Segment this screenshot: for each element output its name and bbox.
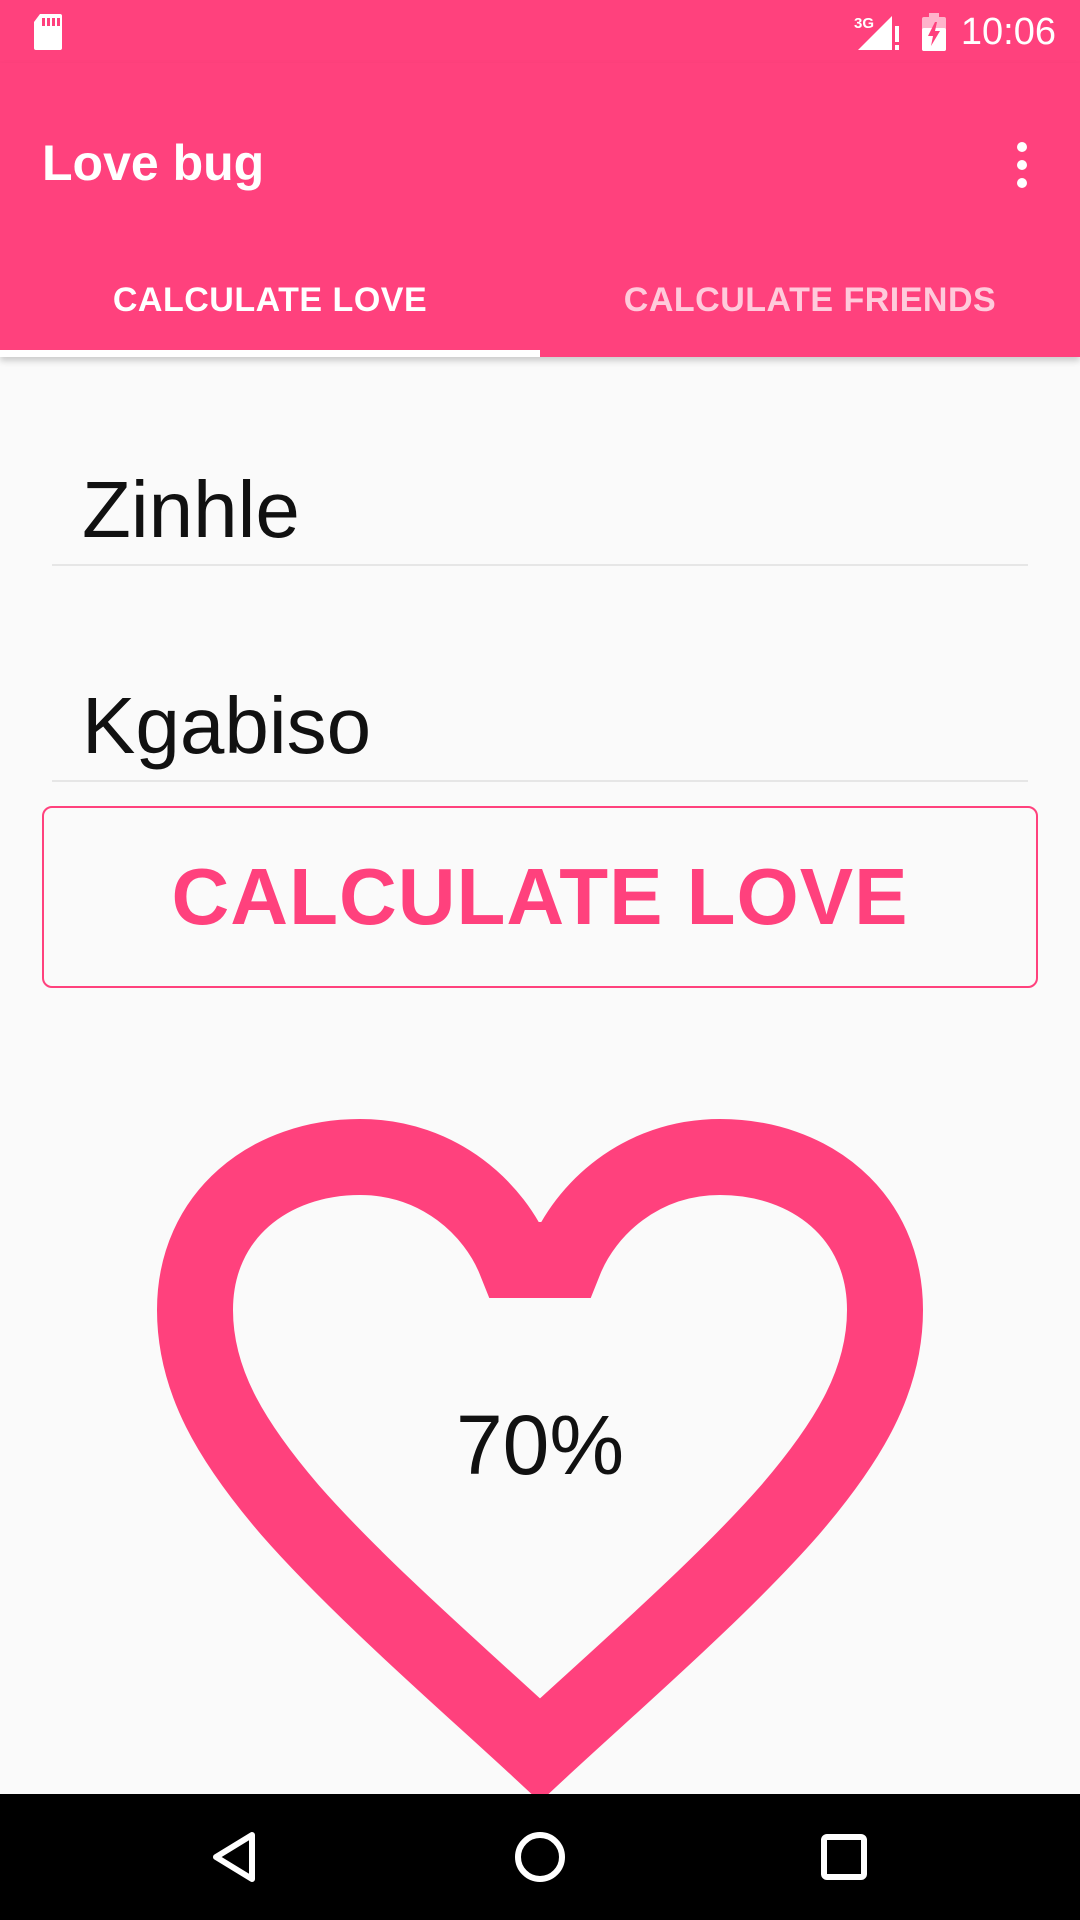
first-name-field	[52, 446, 1028, 566]
status-bar: 3G 10:06	[0, 0, 1080, 63]
signal-3g-icon: 3G	[854, 15, 899, 50]
love-percentage: 70%	[455, 1398, 625, 1492]
svg-text:3G: 3G	[854, 15, 874, 32]
back-icon[interactable]	[206, 1827, 266, 1887]
more-vert-icon	[1017, 142, 1027, 152]
tab-bar: CALCULATE LOVE CALCULATE FRIENDS	[0, 243, 1080, 357]
app-title: Love bug	[42, 135, 265, 191]
first-name-input[interactable]	[52, 446, 1028, 564]
status-clock: 10:06	[960, 11, 1056, 53]
home-icon[interactable]	[510, 1827, 570, 1887]
recents-icon[interactable]	[814, 1827, 874, 1887]
more-vert-icon-dot	[1017, 160, 1027, 170]
more-options-button[interactable]	[996, 129, 1048, 201]
second-name-field	[52, 662, 1028, 782]
app-bar: Love bug CALCULATE LOVE CALCULATE FRIEND…	[0, 63, 1080, 357]
tab-calculate-love[interactable]: CALCULATE LOVE	[0, 243, 540, 357]
navigation-bar	[0, 1794, 1080, 1920]
screen: 3G 10:06 Love bug CALCULATE LOVE CALCULA…	[0, 0, 1080, 1920]
second-name-input[interactable]	[52, 662, 1028, 780]
more-vert-icon-dot	[1017, 178, 1027, 188]
battery-charging-icon	[922, 13, 946, 51]
tab-indicator	[0, 350, 540, 357]
tab-calculate-friends[interactable]: CALCULATE FRIENDS	[540, 243, 1080, 357]
calculate-love-button[interactable]: CALCULATE LOVE	[42, 806, 1038, 988]
sd-card-icon	[34, 14, 62, 50]
